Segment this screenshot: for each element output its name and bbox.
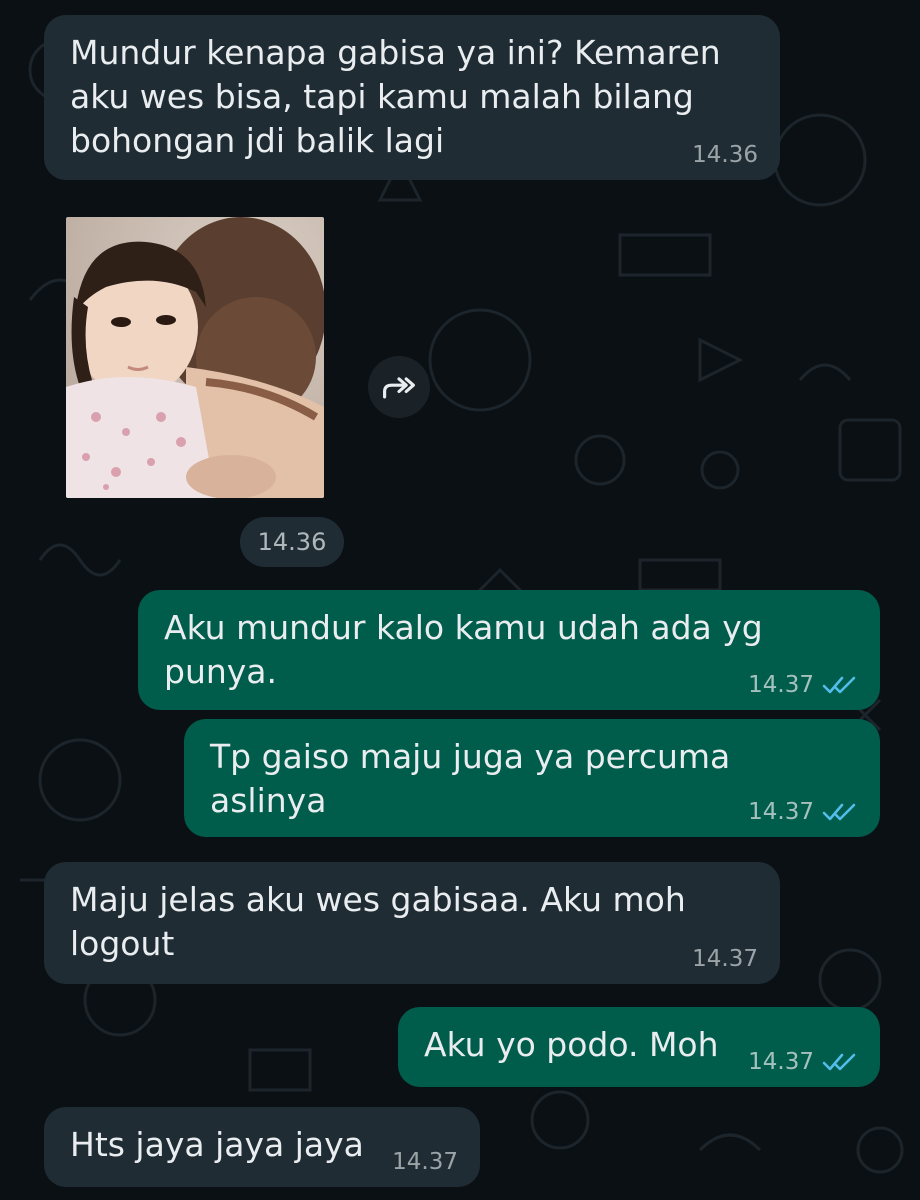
photo-message[interactable] [66,217,324,498]
photo-thumbnail [66,217,324,498]
message-bubble-outgoing[interactable]: Aku mundur kalo kamu udah ada yg punya. … [138,590,880,710]
message-time: 14.37 [748,1049,814,1075]
message-time: 14.37 [392,1149,458,1175]
double-check-icon [822,803,856,821]
message-meta: 14.36 [692,142,758,168]
message-meta: 14.37 [748,1049,858,1075]
forward-button[interactable] [368,356,430,418]
message-bubble-outgoing[interactable]: Tp gaiso maju juga ya percuma aslinya 14… [184,719,880,837]
photo-time-badge: 14.36 [240,517,344,567]
message-meta: 14.37 [692,946,758,972]
message-time: 14.36 [257,528,327,556]
message-bubble-incoming[interactable]: Maju jelas aku wes gabisaa. Aku moh logo… [44,862,780,984]
message-text: Mundur kenapa gabisa ya ini? Kemaren aku… [70,33,721,160]
message-meta: 14.37 [748,672,858,698]
message-meta: 14.37 [748,799,858,825]
message-time: 14.37 [748,799,814,825]
message-bubble-incoming[interactable]: Hts jaya jaya jaya 14.37 [44,1107,480,1187]
double-check-icon [822,1053,856,1071]
double-check-icon [822,676,856,694]
message-time: 14.37 [692,946,758,972]
forward-icon [383,377,415,399]
message-text: Maju jelas aku wes gabisaa. Aku moh logo… [70,880,686,963]
message-bubble-incoming[interactable]: Mundur kenapa gabisa ya ini? Kemaren aku… [44,15,780,180]
message-time: 14.37 [748,672,814,698]
message-meta: 14.37 [392,1149,458,1175]
message-bubble-outgoing[interactable]: Aku yo podo. Moh 14.37 [398,1007,880,1087]
message-time: 14.36 [692,142,758,168]
